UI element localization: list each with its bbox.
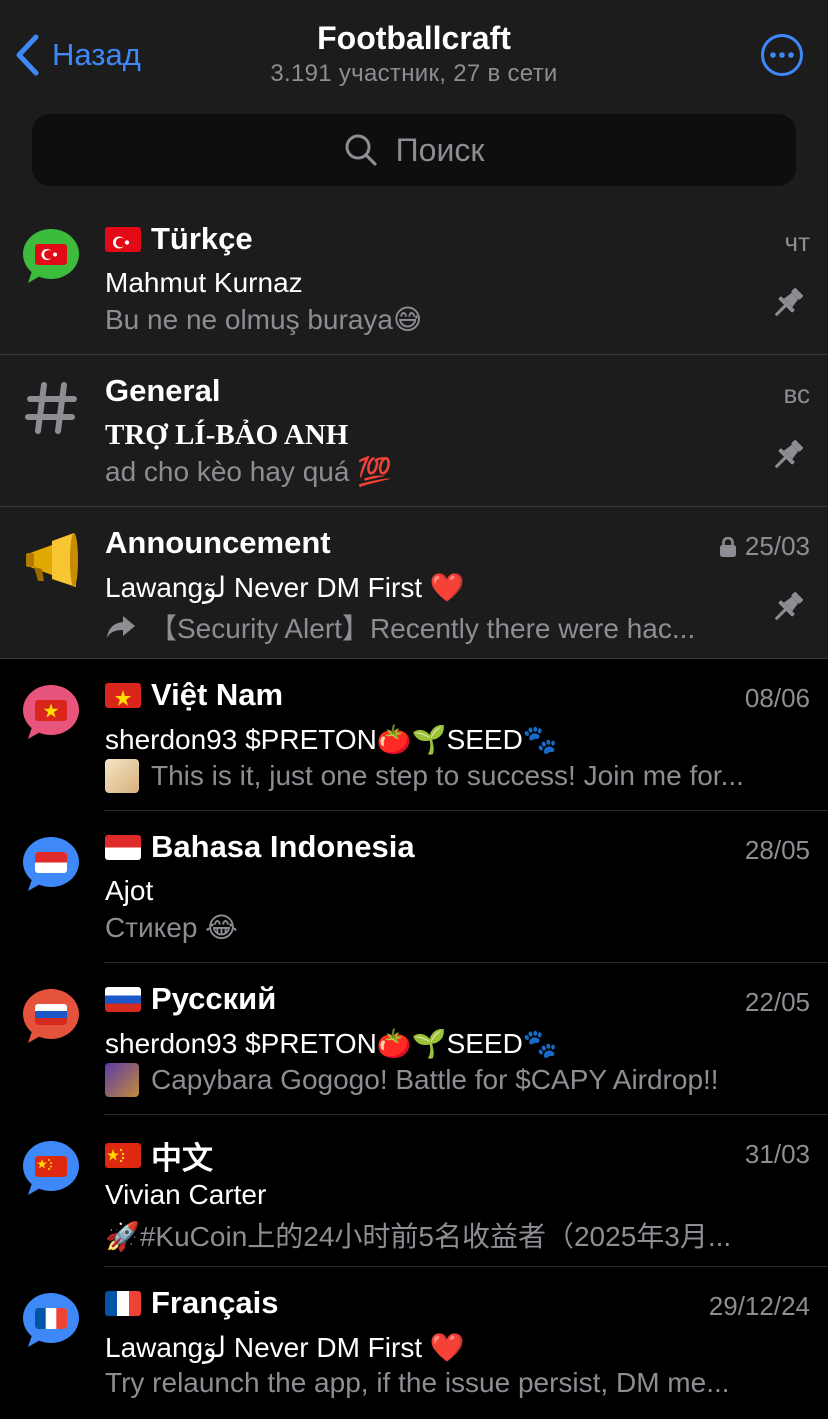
member-count: 3.191 участник, 27 в сети [270,60,558,87]
topic-date: 28/05 [744,835,810,865]
topic-row-general[interactable]: General вс TRỢ LÍ-BẢO ANH ad cho kèo hay… [0,355,828,507]
more-options-button[interactable] [760,33,804,77]
vietnam-flag-bubble-icon [23,685,79,739]
hash-icon [25,382,77,434]
topic-name: 中文 [105,1133,213,1178]
last-sender: TRỢ LÍ-BẢO ANH [105,419,349,451]
pin-icon [775,288,803,316]
media-thumbnail [105,759,139,793]
topic-date: 29/12/24 [708,1291,810,1321]
forward-arrow-icon [107,616,135,638]
lock-icon [719,536,736,557]
last-sender: sherdon93 $PRETON🍅🌱SEED🐾 [105,1028,558,1059]
china-flag-icon [105,1143,141,1168]
pin-icon [775,440,803,468]
france-flag-icon [105,1290,141,1316]
last-sender: sherdon93 $PRETON🍅🌱SEED🐾 [105,724,558,755]
last-sender: Lawangلوٓ Never DM First ❤️ [105,572,465,603]
last-message: Стикер 😂 [105,912,238,943]
last-message: ad cho kèo hay quá 💯 [105,456,393,487]
vietnam-flag-icon [105,682,141,708]
france-flag-bubble-icon [23,1293,79,1347]
search-input[interactable]: Поиск [32,114,796,186]
last-message: Try relaunch the app, if the issue persi… [105,1367,730,1398]
last-sender: Mahmut Kurnaz [105,267,303,298]
last-message: 🚀#KuCoin上的24小时前5名收益者（2025年3月... [105,1221,732,1252]
russia-flag-bubble-icon [23,989,79,1043]
turkey-flag-bubble-icon [23,229,79,283]
topic-date: вс [783,379,810,409]
topic-date: 22/05 [744,987,810,1017]
topic-row-announcement[interactable]: Announcement 25/03 Lawangلوٓ Never DM Fi… [0,507,828,659]
ellipsis-circle-icon [761,34,803,76]
last-sender: Vivian Carter [105,1179,267,1210]
topic-name: Français [105,1285,279,1321]
last-message: Capybara Gogogo! Battle for $CAPY Airdro… [105,1063,805,1097]
indonesia-flag-icon [105,834,141,860]
topic-name: Bahasa Indonesia [105,829,415,865]
topic-date: чт [784,227,810,257]
media-thumbnail [105,1063,139,1097]
topic-name: Việt Nam [105,677,283,713]
topic-name: Announcement [105,525,331,560]
search-placeholder: Поиск [395,131,485,168]
topic-name: Türkçe [105,221,253,257]
turkey-flag-icon [105,226,141,252]
topic-date: 25/03 [719,531,810,562]
last-sender: Lawangلوٓ Never DM First ❤️ [105,1332,465,1363]
topic-row-russian[interactable]: Русский 22/05 sherdon93 $PRETON🍅🌱SEED🐾 C… [0,963,828,1115]
search-icon [344,133,378,167]
last-message: Bu ne ne olmuş buraya😅 [105,304,423,335]
indonesia-flag-bubble-icon [23,837,79,891]
topic-name: General [105,373,221,408]
russia-flag-icon [105,986,141,1012]
pin-icon [775,592,803,620]
topic-row-indonesia[interactable]: Bahasa Indonesia 28/05 Ajot Стикер 😂 [0,811,828,963]
topic-row-chinese[interactable]: 中文 31/03 Vivian Carter 🚀#KuCoin上的24小时前5名… [0,1115,828,1267]
page-title: Footballcraft [317,20,511,56]
topic-date: 31/03 [744,1139,810,1169]
topic-row-french[interactable]: Français 29/12/24 Lawangلوٓ Never DM Fir… [0,1267,828,1419]
topic-date: 08/06 [744,683,810,713]
topic-row-turkce[interactable]: Türkçe чт Mahmut Kurnaz Bu ne ne olmuş b… [0,203,828,355]
megaphone-icon [26,533,78,587]
last-message: This is it, just one step to success! Jo… [105,759,805,793]
title-block[interactable]: Footballcraft 3.191 участник, 27 в сети [0,18,828,90]
china-flag-bubble-icon [23,1141,79,1195]
last-message: 【Security Alert】Recently there were hac.… [105,607,805,647]
nav-header: Назад Footballcraft 3.191 участник, 27 в… [0,0,828,203]
topic-row-vietnam[interactable]: Việt Nam 08/06 sherdon93 $PRETON🍅🌱SEED🐾 … [0,659,828,811]
topic-name: Русский [105,981,276,1017]
last-sender: Ajot [105,875,154,906]
